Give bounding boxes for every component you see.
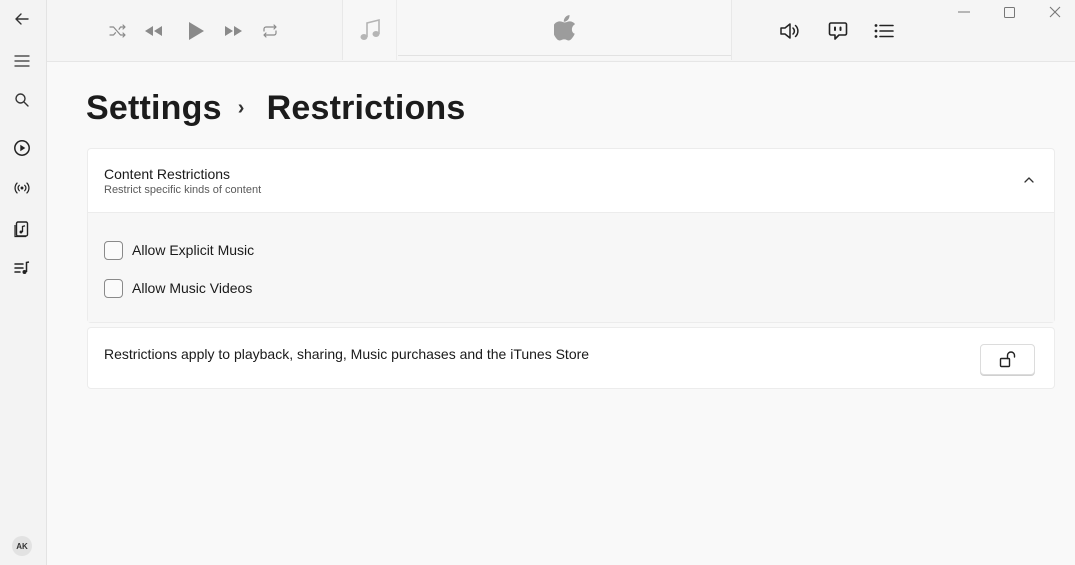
content-restrictions-options: Allow Explicit Music Allow Music Videos — [88, 213, 1054, 322]
album-art-placeholder — [343, 0, 397, 60]
search-icon[interactable] — [6, 84, 38, 116]
music-videos-label: Allow Music Videos — [132, 280, 253, 296]
play-icon[interactable] — [183, 18, 209, 44]
music-library-icon[interactable] — [6, 213, 38, 245]
option-explicit-music[interactable]: Allow Explicit Music — [104, 240, 254, 260]
chevron-up-icon[interactable] — [1022, 173, 1036, 187]
page-title: Restrictions — [266, 88, 466, 127]
explicit-music-label: Allow Explicit Music — [132, 242, 255, 258]
breadcrumb: Settings › Restrictions — [86, 88, 466, 128]
now-playing-panel — [342, 0, 732, 60]
playlist-icon[interactable] — [6, 252, 38, 284]
music-note-icon — [360, 18, 380, 40]
restrictions-notice-text: Restrictions apply to playback, sharing,… — [104, 346, 590, 362]
previous-icon[interactable] — [142, 20, 164, 42]
explicit-music-checkbox[interactable] — [104, 240, 123, 260]
section-subtitle: Restrict specific kinds of content — [104, 184, 262, 196]
close-icon[interactable] — [1043, 2, 1067, 22]
unlocked-padlock-icon — [999, 351, 1015, 368]
music-videos-checkbox[interactable] — [104, 278, 123, 298]
content-restrictions-header[interactable]: Content Restrictions Restrict specific k… — [88, 149, 1054, 213]
breadcrumb-separator: › — [237, 96, 245, 119]
content-restrictions-panel: Content Restrictions Restrict specific k… — [87, 148, 1055, 323]
radio-broadcast-icon[interactable] — [6, 172, 38, 204]
unlock-button[interactable] — [980, 344, 1035, 375]
queue-list-icon[interactable] — [871, 18, 897, 44]
option-music-videos[interactable]: Allow Music Videos — [104, 278, 252, 298]
breadcrumb-settings[interactable]: Settings — [86, 89, 222, 128]
restrictions-notice-panel: Restrictions apply to playback, sharing,… — [87, 327, 1055, 389]
repeat-icon[interactable] — [259, 20, 281, 42]
maximize-icon[interactable] — [997, 2, 1021, 22]
avatar[interactable]: AK — [12, 536, 32, 556]
apple-logo-icon — [553, 14, 575, 40]
volume-icon[interactable] — [777, 18, 803, 44]
lyrics-icon[interactable] — [825, 18, 851, 44]
shuffle-icon[interactable] — [107, 20, 129, 42]
player-toolbar — [47, 0, 1075, 62]
minimize-icon[interactable] — [952, 2, 976, 22]
play-circle-icon[interactable] — [6, 132, 38, 164]
hamburger-menu-icon[interactable] — [6, 45, 38, 77]
sidebar: AK — [0, 0, 47, 565]
back-arrow-icon[interactable] — [6, 3, 38, 35]
next-icon[interactable] — [223, 20, 245, 42]
apple-logo-area — [398, 0, 731, 56]
section-title: Content Restrictions — [104, 166, 231, 182]
